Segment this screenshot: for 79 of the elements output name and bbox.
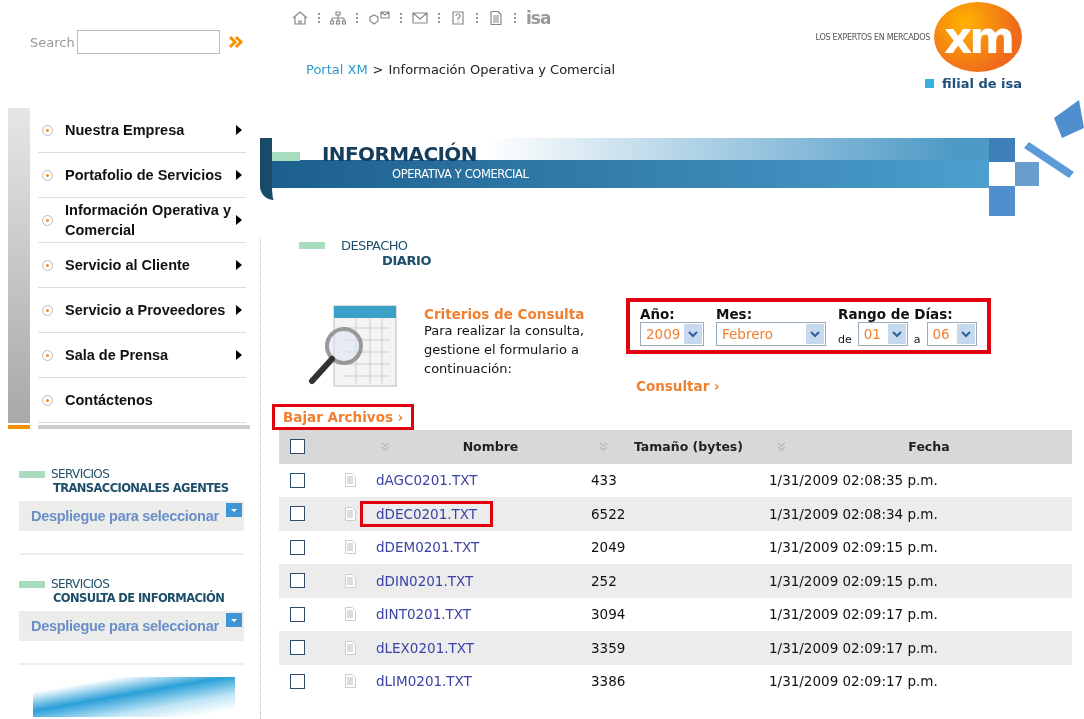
select-all-checkbox[interactable] bbox=[290, 439, 305, 455]
section-subtitle: DIARIO bbox=[382, 253, 433, 268]
mail-icon[interactable] bbox=[368, 11, 390, 25]
range-label: de bbox=[838, 333, 852, 346]
range-label: a bbox=[913, 333, 921, 346]
banner-title: INFORMACIÓN bbox=[322, 144, 477, 164]
column-header: Tamaño (bytes) bbox=[632, 439, 745, 455]
table-cell-text: 3359 bbox=[591, 639, 627, 656]
accent-bar bbox=[272, 152, 300, 161]
brand-tagline: LOS EXPERTOS EN MERCADOS bbox=[815, 32, 930, 42]
row-checkbox[interactable] bbox=[290, 573, 305, 589]
column-header: Nombre bbox=[461, 439, 520, 455]
envelope-icon[interactable] bbox=[412, 11, 428, 25]
document-icon bbox=[345, 506, 356, 521]
sidebar-item[interactable]: Información Operativa y Comercial bbox=[38, 198, 246, 243]
row-checkbox[interactable] bbox=[290, 673, 305, 689]
section-title: DESPACHO bbox=[341, 238, 408, 253]
criteria-title: Criterios de Consulta bbox=[424, 306, 586, 322]
sidebar-item[interactable]: Nuestra Empresa bbox=[38, 108, 246, 153]
sidebar-item[interactable]: Servicio al Cliente bbox=[38, 243, 246, 288]
row-checkbox[interactable] bbox=[290, 506, 305, 522]
table-cell-text: 3386 bbox=[591, 673, 627, 690]
accent-bar bbox=[19, 471, 45, 478]
document-icon bbox=[345, 640, 356, 655]
column-header: Fecha bbox=[907, 439, 951, 455]
search-label: Search bbox=[30, 34, 75, 50]
field-label: Rango de Días: bbox=[838, 306, 954, 322]
double-chevron-icon[interactable] bbox=[227, 35, 244, 49]
table-cell-text: 6522 bbox=[591, 505, 627, 522]
file-link[interactable]: dDEC0201.TXT bbox=[360, 500, 494, 527]
table-cell-text: 1/31/2009 02:08:35 p.m. bbox=[769, 472, 939, 489]
banner-subtitle: OPERATIVA Y COMERCIAL bbox=[392, 167, 529, 181]
table-cell-text: 1/31/2009 02:09:17 p.m. bbox=[769, 606, 939, 623]
accent-bar bbox=[19, 581, 45, 588]
accent-bar bbox=[299, 242, 325, 249]
search-field[interactable] bbox=[76, 30, 220, 54]
table-cell-text: 433 bbox=[591, 472, 618, 489]
file-link[interactable]: dDEM0201.TXT bbox=[360, 534, 496, 561]
file-link[interactable]: dLEX0201.TXT bbox=[360, 634, 491, 661]
services-subtitle: TRANSACCIONALES AGENTES bbox=[53, 481, 230, 495]
criteria-text: Para realizar la consulta, gestione el formulario a continuación: bbox=[424, 322, 586, 378]
square-icon bbox=[925, 79, 935, 88]
services-title: SERVICIOS bbox=[51, 577, 110, 591]
sidebar-item[interactable]: Contáctenos bbox=[38, 378, 246, 423]
document-icon bbox=[345, 473, 356, 488]
sitemap-icon[interactable] bbox=[330, 11, 346, 25]
sidebar-item[interactable]: Portafolio de Servicios bbox=[38, 153, 246, 198]
row-checkbox[interactable] bbox=[290, 640, 305, 656]
file-link[interactable]: dLIM0201.TXT bbox=[360, 668, 488, 695]
table-cell-text: 2049 bbox=[591, 539, 627, 556]
table-cell-text: 252 bbox=[591, 572, 618, 589]
document-icon bbox=[345, 573, 356, 588]
brand-subtitle: filial de isa bbox=[942, 76, 1022, 91]
services-subtitle: CONSULTA DE INFORMACIÓN bbox=[53, 591, 226, 605]
services-title: SERVICIOS bbox=[51, 467, 110, 481]
field-label: Año: bbox=[640, 306, 676, 322]
home-icon[interactable] bbox=[292, 11, 308, 25]
breadcrumb-separator: > bbox=[372, 62, 384, 77]
field-label: Mes: bbox=[716, 306, 754, 322]
sidebar-item[interactable]: Sala de Prensa bbox=[38, 333, 246, 378]
document-icon bbox=[345, 674, 356, 689]
row-checkbox[interactable] bbox=[290, 606, 305, 622]
table-cell-text: 3094 bbox=[591, 606, 627, 623]
table-cell-text: 1/31/2009 02:09:17 p.m. bbox=[769, 673, 939, 690]
row-checkbox[interactable] bbox=[290, 472, 305, 488]
table-cell-text: 1/31/2009 02:09:15 p.m. bbox=[769, 539, 939, 556]
document-icon[interactable] bbox=[488, 11, 504, 25]
document-icon bbox=[345, 607, 356, 622]
sidebar-item[interactable]: Servicio a Proveedores bbox=[38, 288, 246, 333]
table-cell-text: 1/31/2009 02:09:17 p.m. bbox=[769, 639, 939, 656]
file-link[interactable]: dAGC0201.TXT bbox=[360, 467, 494, 494]
breadcrumb-current: Información Operativa y Comercial bbox=[388, 62, 616, 77]
file-link[interactable]: dDIN0201.TXT bbox=[360, 567, 490, 594]
table-cell-text: 1/31/2009 02:09:15 p.m. bbox=[769, 572, 939, 589]
file-link[interactable]: dINT0201.TXT bbox=[360, 601, 488, 628]
table-cell-text: 1/31/2009 02:08:34 p.m. bbox=[769, 505, 939, 522]
row-checkbox[interactable] bbox=[290, 539, 305, 555]
document-icon bbox=[345, 540, 356, 555]
help-icon[interactable] bbox=[450, 11, 466, 25]
